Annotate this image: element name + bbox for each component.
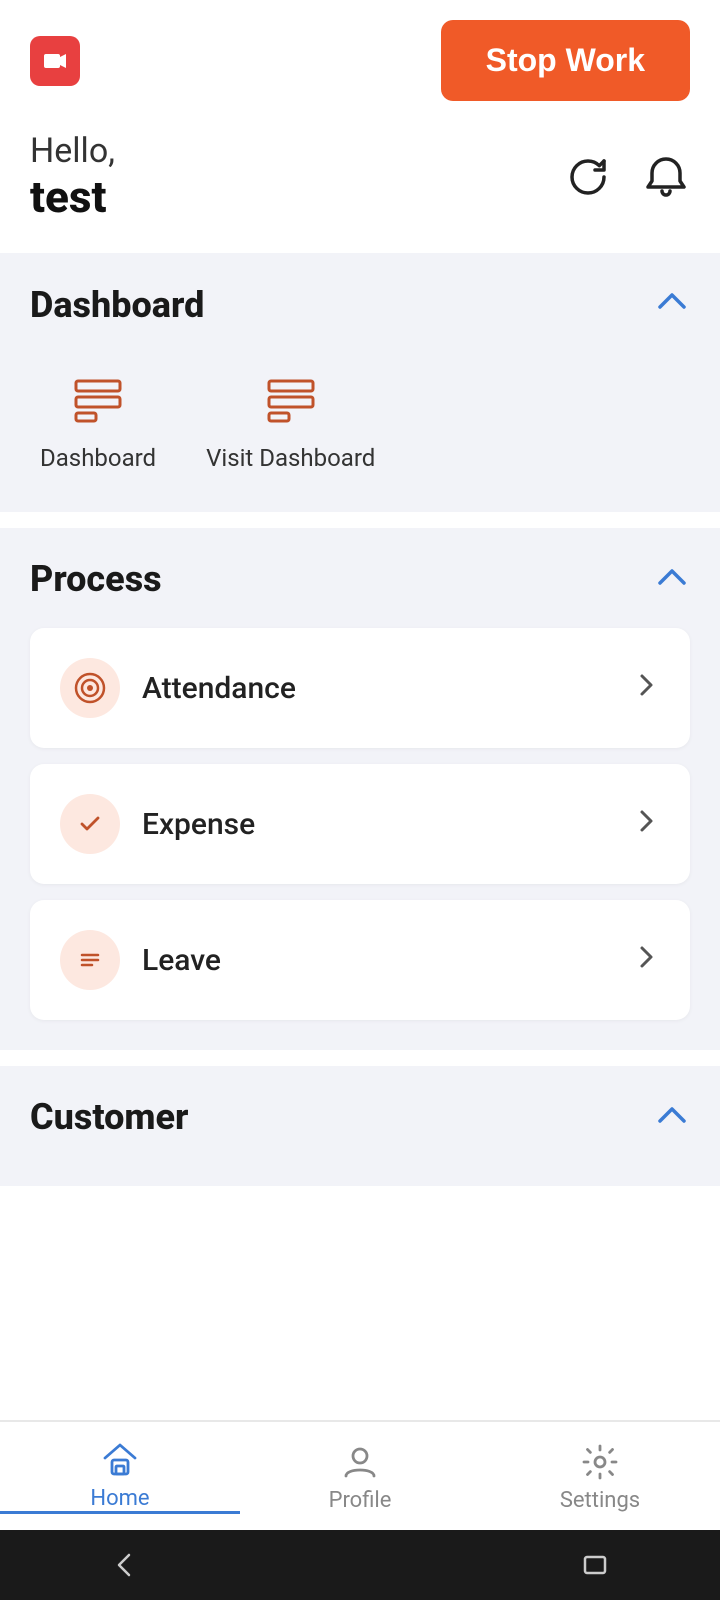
attendance-icon [60,658,120,718]
expense-icon [60,794,120,854]
bottom-nav: Home Profile Settings [0,1420,720,1530]
home-icon [100,1440,140,1480]
nav-settings-label: Settings [560,1488,640,1513]
leave-item-left: Leave [60,930,221,990]
nav-item-home[interactable]: Home [0,1440,240,1514]
leave-chevron-icon [632,943,660,978]
profile-icon [340,1442,380,1482]
attendance-chevron-icon [632,671,660,706]
nav-profile-label: Profile [329,1488,392,1513]
dashboard-section: Dashboard Dashboard [0,253,720,512]
attendance-item[interactable]: Attendance [30,628,690,748]
expense-item-left: Expense [60,794,255,854]
nav-home-label: Home [90,1486,149,1511]
dashboard-icons-row: Dashboard Visit Dashboard [30,354,690,482]
refresh-icon [564,153,612,201]
header-icons [564,153,690,201]
stop-work-button[interactable]: Stop Work [441,20,690,101]
process-section-header: Process [30,558,690,600]
visit-dashboard-grid-icon [256,364,326,434]
customer-chevron-up-icon[interactable] [654,1097,690,1137]
dashboard-grid-icon [63,364,133,434]
expense-chevron-icon [632,807,660,842]
android-nav-bar [0,1530,720,1600]
hello-section: Hello, test [0,111,720,253]
android-back-button[interactable] [109,1549,141,1581]
customer-section: Customer [0,1066,720,1186]
process-section: Process Attendance [0,528,720,1050]
leave-icon [60,930,120,990]
customer-section-title: Customer [30,1096,188,1138]
dashboard-section-header: Dashboard [30,283,690,326]
record-icon[interactable] [30,36,80,86]
top-bar: Stop Work [0,0,720,111]
attendance-item-left: Attendance [60,658,296,718]
notification-button[interactable] [642,153,690,201]
process-section-title: Process [30,558,162,600]
visit-dashboard-item-label: Visit Dashboard [206,444,375,472]
leave-label: Leave [142,943,221,978]
nav-item-settings[interactable]: Settings [480,1442,720,1513]
attendance-label: Attendance [142,671,296,706]
android-recent-button[interactable] [579,1549,611,1581]
leave-item[interactable]: Leave [30,900,690,1020]
settings-icon [580,1442,620,1482]
expense-item[interactable]: Expense [30,764,690,884]
process-list: Attendance Expense [30,628,690,1020]
customer-section-header: Customer [30,1096,690,1138]
dashboard-item-visit[interactable]: Visit Dashboard [206,364,375,472]
dashboard-chevron-up-icon[interactable] [654,283,690,326]
dashboard-section-title: Dashboard [30,284,204,326]
dashboard-item-dashboard[interactable]: Dashboard [40,364,156,472]
hello-text: Hello, [30,131,115,171]
greeting-block: Hello, test [30,131,115,223]
expense-label: Expense [142,807,255,842]
process-chevron-up-icon[interactable] [654,559,690,599]
nav-item-profile[interactable]: Profile [240,1442,480,1513]
refresh-button[interactable] [564,153,612,201]
user-name: test [30,171,115,223]
dashboard-item-label: Dashboard [40,444,156,472]
bell-icon [642,153,690,201]
